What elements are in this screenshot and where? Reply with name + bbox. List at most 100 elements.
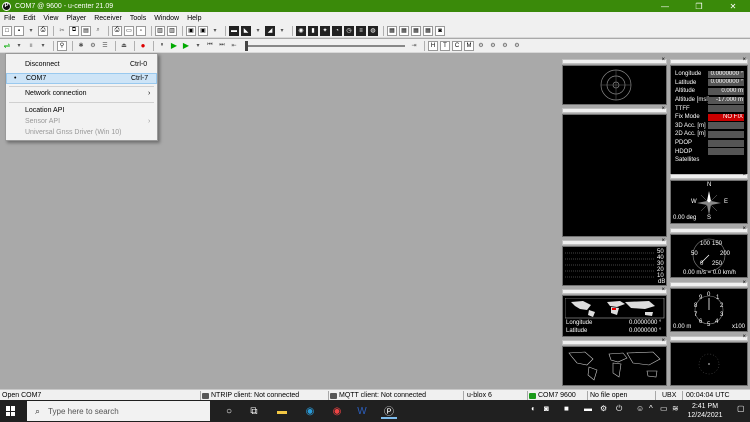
step-forward-icon[interactable]: ⏭ — [217, 41, 227, 51]
power-icon[interactable]: ⏻ — [616, 404, 622, 414]
close-icon[interactable]: × — [661, 238, 665, 244]
window-menu-icon[interactable]: ▾ — [210, 26, 220, 36]
task-view-icon[interactable]: ⧉ — [246, 403, 262, 419]
map-menu-icon[interactable]: ▾ — [253, 26, 263, 36]
close-icon[interactable]: × — [742, 172, 746, 178]
tray-app-icon[interactable]: ◐ — [531, 404, 536, 413]
scatter-view-caption[interactable]: × — [562, 106, 667, 113]
menu-item-disconnect[interactable]: Disconnect Ctrl-0 — [6, 59, 157, 70]
connection-icon[interactable]: ⇌ — [2, 41, 12, 51]
file-explorer-icon[interactable]: ▬ — [274, 403, 290, 419]
record-icon[interactable]: ● — [138, 41, 148, 51]
close-icon[interactable]: × — [742, 280, 746, 286]
camera-icon[interactable]: ◙ — [544, 404, 549, 413]
rewind-icon[interactable]: ⇤ — [229, 41, 239, 51]
taskbar-search-input[interactable]: ⌕ Type here to search — [27, 401, 210, 421]
cortana-icon[interactable]: ○ — [221, 403, 237, 419]
chart-menu-icon[interactable]: ▾ — [277, 26, 287, 36]
world-map-caption[interactable]: × — [562, 287, 667, 294]
debug-icon[interactable]: ✱ — [76, 41, 86, 51]
new-file-icon[interactable]: □ — [2, 25, 12, 36]
battery-icon[interactable]: ▭ — [660, 404, 668, 413]
console-icon[interactable]: ▬ — [229, 25, 239, 36]
menu-edit[interactable]: Edit — [19, 15, 39, 22]
layout-split-icon[interactable]: ▥ — [167, 25, 177, 36]
folder-icon[interactable]: ▭ — [124, 25, 134, 36]
u-center-app-icon[interactable]: Ⓟ — [381, 403, 397, 419]
settings-gear-icon[interactable]: ⚙ — [600, 404, 607, 413]
close-icon[interactable]: × — [742, 334, 746, 340]
gear-tools-icon[interactable]: ⚙ — [512, 41, 522, 51]
print-preview-icon[interactable]: ⎙ — [112, 25, 122, 36]
cut-icon[interactable]: ✂ — [57, 26, 67, 36]
deviation-map-icon[interactable]: ▦ — [399, 25, 409, 36]
menu-item-network-connection[interactable]: Network connection › — [6, 88, 157, 99]
baudrate-menu-icon[interactable]: ▾ — [38, 41, 48, 51]
table-view-icon[interactable]: ▦ — [423, 25, 433, 36]
gear-multi-icon[interactable]: ⚙ — [488, 41, 498, 51]
wifi-icon[interactable]: ≋ — [672, 404, 679, 413]
menu-item-location-api[interactable]: Location API — [6, 105, 157, 116]
connection-menu-icon[interactable]: ▾ — [14, 41, 24, 51]
data-view-caption[interactable]: × — [670, 57, 748, 64]
gear-advanced-icon[interactable]: ⚙ — [500, 41, 510, 51]
tray-chevron-icon[interactable]: ^ — [649, 404, 653, 413]
paste-icon[interactable]: ▤ — [81, 25, 91, 36]
autobauding-icon[interactable]: ⚲ — [57, 40, 67, 51]
layout-icon[interactable]: ▥ — [155, 25, 165, 36]
menu-receiver[interactable]: Receiver — [90, 15, 126, 22]
gear-icon[interactable]: ⚙ — [476, 41, 486, 51]
world-view-icon[interactable]: ◍ — [368, 25, 378, 36]
window-tile-icon[interactable]: ▣ — [198, 25, 208, 36]
copy-icon[interactable]: ⧉ — [69, 25, 79, 36]
history-icon[interactable]: H — [428, 40, 438, 51]
window-icon[interactable]: ▣ — [186, 25, 196, 36]
altimeter-caption[interactable]: × — [670, 280, 748, 287]
video-icon[interactable]: ■ — [564, 404, 569, 413]
sky-view-icon[interactable]: ◉ — [296, 25, 306, 36]
step-back-icon[interactable]: ⏮ — [205, 41, 215, 51]
notifications-icon[interactable]: ▢ — [737, 404, 745, 413]
compass-caption[interactable]: × — [670, 172, 748, 179]
camera-icon[interactable]: ◙ — [435, 25, 445, 36]
speedometer-caption[interactable]: × — [670, 226, 748, 233]
baudrate-icon[interactable]: ıı — [26, 41, 36, 51]
open-folder-icon[interactable]: ▾ — [26, 26, 36, 36]
close-button[interactable]: ✕ — [716, 2, 750, 11]
close-icon[interactable]: × — [661, 106, 665, 112]
chart-icon[interactable]: ◢ — [265, 25, 275, 36]
playback-slider[interactable] — [245, 40, 405, 51]
satellite-list-icon[interactable]: ▦ — [387, 25, 397, 36]
map-icon[interactable]: ◣ — [241, 25, 251, 36]
close-icon[interactable]: × — [661, 287, 665, 293]
edge-browser-icon[interactable]: ◉ — [302, 403, 318, 419]
config-icon[interactable]: C — [452, 40, 462, 51]
altitude-view-icon[interactable]: ◷ — [344, 25, 354, 36]
windows-start-icon[interactable] — [6, 406, 16, 416]
jump-end-icon[interactable]: ⇥ — [409, 41, 419, 51]
chrome-browser-icon[interactable]: ◉ — [329, 403, 345, 419]
time-icon[interactable]: T — [440, 40, 450, 51]
people-icon[interactable]: ☺ — [636, 404, 644, 413]
play-icon[interactable]: ▶ — [169, 41, 179, 51]
word-app-icon[interactable]: W — [354, 403, 370, 419]
message-icon[interactable]: M — [464, 40, 474, 51]
chat-icon[interactable]: ▬ — [584, 404, 592, 413]
world-map-2-caption[interactable]: × — [562, 338, 667, 345]
compass-view-icon[interactable]: ✦ — [320, 25, 330, 36]
menu-player[interactable]: Player — [62, 15, 90, 22]
close-icon[interactable]: × — [742, 57, 746, 63]
signal-view-caption[interactable]: × — [562, 238, 667, 245]
document-icon[interactable]: ▫ — [136, 25, 146, 36]
maximize-button[interactable]: ❐ — [682, 2, 716, 11]
data-view-icon[interactable]: ≡ — [356, 25, 366, 36]
sky-view-caption[interactable]: × — [562, 57, 667, 64]
menu-help[interactable]: Help — [183, 15, 205, 22]
histogram-icon[interactable]: ▦ — [411, 25, 421, 36]
taskbar-clock[interactable]: 2:41 PM 12/24/2021 — [680, 402, 730, 420]
playback-slider-handle[interactable] — [245, 40, 248, 51]
save-icon[interactable]: ▪ — [14, 25, 24, 36]
close-icon[interactable]: × — [661, 338, 665, 344]
minimize-button[interactable]: — — [648, 2, 682, 11]
find-icon[interactable]: ⌕ — [93, 26, 103, 36]
